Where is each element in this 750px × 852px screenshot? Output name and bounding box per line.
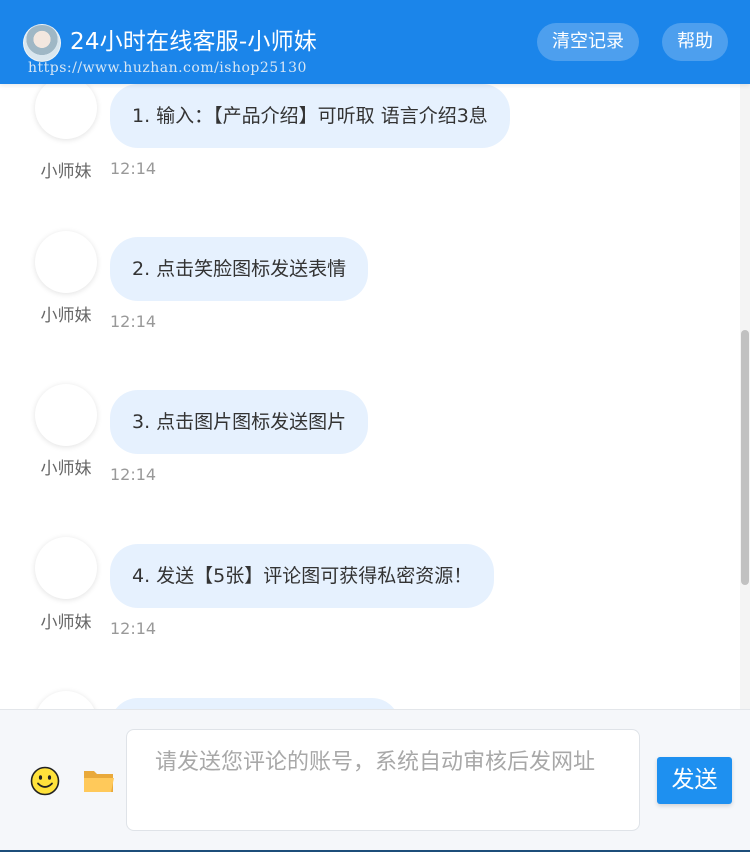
message-time: 12:14	[110, 619, 157, 638]
send-button[interactable]: 发送	[657, 757, 732, 804]
message-item: 1. 输入：【产品介绍】可听取 语言介绍3息 小师妹 12:14	[0, 84, 740, 197]
sender-name: 小师妹	[40, 459, 92, 479]
message-item: 2. 点击笑脸图标发送表情 小师妹 12:14	[0, 201, 740, 351]
scrollbar-thumb[interactable]	[741, 330, 749, 585]
message-bubble	[110, 698, 400, 709]
page-title: 24小时在线客服-小师妹	[70, 29, 317, 55]
service-avatar	[23, 24, 61, 62]
message-bubble: 1. 输入：【产品介绍】可听取 语言介绍3息	[110, 84, 510, 148]
message-input[interactable]: 请发送您评论的账号，系统自动审核后发网址	[126, 729, 640, 831]
message-bubble: 3. 点击图片图标发送图片	[110, 390, 369, 454]
message-bubble: 2. 点击笑脸图标发送表情	[110, 237, 369, 301]
message-item: 4. 发送【5张】评论图可获得私密资源！ 小师妹 12:14	[0, 508, 740, 658]
bot-avatar	[35, 537, 97, 599]
clear-history-button[interactable]: 清空记录	[537, 23, 639, 61]
help-button[interactable]: 帮助	[662, 23, 728, 61]
message-time: 12:14	[110, 312, 157, 331]
folder-icon[interactable]	[82, 766, 116, 796]
bot-avatar	[35, 691, 97, 709]
watermark-url: https://www.huzhan.com/ishop25130	[28, 60, 307, 76]
message-time: 12:14	[110, 159, 157, 178]
bot-avatar	[35, 231, 97, 293]
input-bar: 请发送您评论的账号，系统自动审核后发网址 发送	[0, 709, 750, 852]
message-item: 3. 点击图片图标发送图片 小师妹 12:14	[0, 355, 740, 505]
bot-avatar	[35, 84, 97, 139]
chat-scrollbar[interactable]	[740, 84, 750, 709]
message-item	[0, 662, 740, 709]
message-bubble: 4. 发送【5张】评论图可获得私密资源！	[110, 544, 495, 608]
message-list[interactable]: 1. 输入：【产品介绍】可听取 语言介绍3息 小师妹 12:14 2. 点击笑脸…	[0, 84, 740, 709]
sender-name: 小师妹	[40, 162, 92, 182]
smiley-icon[interactable]	[30, 766, 60, 796]
sender-name: 小师妹	[40, 306, 92, 326]
bot-avatar	[35, 384, 97, 446]
sender-name: 小师妹	[40, 613, 92, 633]
chat-header: 24小时在线客服-小师妹 https://www.huzhan.com/isho…	[0, 0, 750, 84]
message-time: 12:14	[110, 465, 157, 484]
